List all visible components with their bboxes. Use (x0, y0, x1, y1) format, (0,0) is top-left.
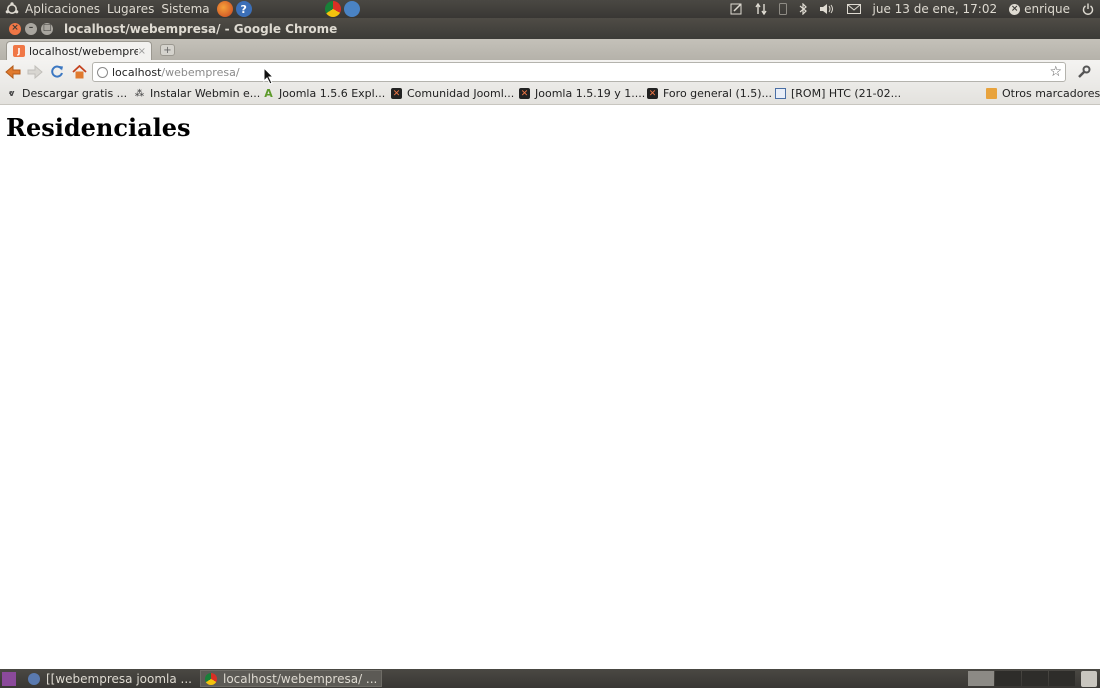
document-icon (775, 88, 786, 99)
bookmark-rom-htc[interactable]: [ROM] HTC (21-02... (775, 87, 901, 100)
show-desktop-icon[interactable] (2, 671, 16, 686)
omnibox[interactable]: localhost/webempresa/ ☆ (92, 62, 1066, 82)
home-button[interactable] (69, 62, 89, 82)
bookmark-joomla156[interactable]: A Joomla 1.5.6 Expl... (263, 87, 385, 100)
menu-sistema[interactable]: Sistema (161, 2, 209, 16)
volume-icon[interactable] (819, 3, 835, 15)
bookmark-star-icon[interactable]: ☆ (1049, 64, 1062, 80)
workspace-4[interactable] (1049, 671, 1075, 686)
bottom-panel: [[webempresa joomla ... localhost/webemp… (0, 669, 1100, 688)
wrench-icon (1078, 65, 1091, 78)
bookmark-webmin[interactable]: ⁂ Instalar Webmin e... (134, 87, 260, 100)
tab-strip: J localhost/webempresa/ × + (0, 39, 1100, 60)
forward-button[interactable] (25, 62, 45, 82)
window-titlebar[interactable]: × – □ localhost/webempresa/ - Google Chr… (0, 18, 1100, 39)
chrome-icon (205, 672, 217, 685)
phone-icon[interactable] (778, 3, 787, 15)
reload-button[interactable] (47, 62, 67, 82)
chrome-launcher-icon[interactable] (324, 1, 341, 17)
user-status-icon: × (1009, 3, 1021, 15)
bookmark-foro-general[interactable]: ✕ Foro general (1.5)... (647, 87, 772, 100)
menu-lugares[interactable]: Lugares (107, 2, 154, 16)
reload-icon (51, 65, 63, 78)
bookmark-descargar[interactable]: ⱴ Descargar gratis ... (6, 87, 128, 100)
user-menu[interactable]: × enrique (1009, 2, 1070, 16)
wrench-menu-button[interactable] (1074, 62, 1094, 82)
joomla-icon: ✕ (519, 88, 530, 99)
url-host: localhost (112, 65, 162, 79)
url-path: /webempresa/ (161, 65, 240, 79)
tab-close-icon[interactable]: × (138, 46, 146, 57)
mail-icon[interactable] (846, 4, 861, 14)
menu-aplicaciones[interactable]: Aplicaciones (25, 2, 100, 16)
webmin-icon: ⁂ (134, 88, 145, 99)
system-tray: jue 13 de ene, 17:02 × enrique (724, 0, 1100, 18)
power-icon[interactable] (1082, 3, 1094, 15)
browser-toolbar: localhost/webempresa/ ☆ (0, 60, 1100, 84)
back-button[interactable] (3, 62, 23, 82)
window-close-button[interactable]: × (9, 22, 21, 35)
folder-icon (986, 88, 997, 99)
bookmarks-bar: ⱴ Descargar gratis ... ⁂ Instalar Webmin e… (0, 84, 1100, 105)
window-minimize-button[interactable]: – (25, 22, 37, 35)
workspace-switcher (967, 669, 1100, 688)
home-icon (71, 65, 87, 79)
workspace-2[interactable] (995, 671, 1021, 686)
user-name: enrique (1024, 2, 1070, 16)
page-info-icon[interactable] (97, 66, 108, 78)
help-launcher-icon[interactable]: ? (235, 1, 252, 17)
empathy-launcher-icon[interactable] (343, 1, 360, 17)
clock[interactable]: jue 13 de ene, 17:02 (873, 2, 998, 16)
bookmark-joomla1519[interactable]: ✕ Joomla 1.5.19 y 1.... (519, 87, 645, 100)
window-maximize-button[interactable]: □ (41, 22, 53, 35)
task-webempresa-joomla[interactable]: [[webempresa joomla ... (24, 670, 196, 687)
workspace-3[interactable] (1022, 671, 1048, 686)
joomla-icon: ✕ (647, 88, 658, 99)
joomla-favicon-icon: J (13, 45, 25, 57)
tab-title: localhost/webempresa/ (29, 44, 138, 58)
window-title: localhost/webempresa/ - Google Chrome (64, 21, 338, 36)
top-panel: Aplicaciones Lugares Sistema ? jue 13 de… (0, 0, 1100, 18)
page-content: Residenciales (0, 105, 1100, 669)
new-tab-button[interactable]: + (160, 44, 175, 56)
tab-localhost[interactable]: J localhost/webempresa/ × (6, 41, 152, 60)
a-icon: A (264, 87, 273, 100)
bluetooth-icon[interactable] (799, 3, 807, 15)
ubuntu-logo-icon[interactable] (5, 2, 19, 16)
trash-icon[interactable] (1081, 670, 1097, 687)
forward-arrow-icon (27, 65, 43, 79)
chat-app-icon (28, 672, 40, 685)
notes-icon[interactable] (730, 3, 743, 15)
joomla-icon: ✕ (391, 88, 402, 99)
firefox-launcher-icon[interactable] (216, 1, 233, 17)
task-chrome-localhost[interactable]: localhost/webempresa/ ... (200, 670, 383, 687)
workspace-1[interactable] (968, 671, 994, 686)
page-heading: Residenciales (6, 113, 191, 142)
v-icon: ⱴ (8, 88, 15, 99)
mouse-cursor-icon (263, 67, 275, 85)
back-arrow-icon (5, 65, 21, 79)
bookmark-comunidad-joomla[interactable]: ✕ Comunidad Jooml... (391, 87, 514, 100)
other-bookmarks[interactable]: Otros marcadores (986, 87, 1100, 100)
network-icon[interactable] (754, 3, 767, 15)
